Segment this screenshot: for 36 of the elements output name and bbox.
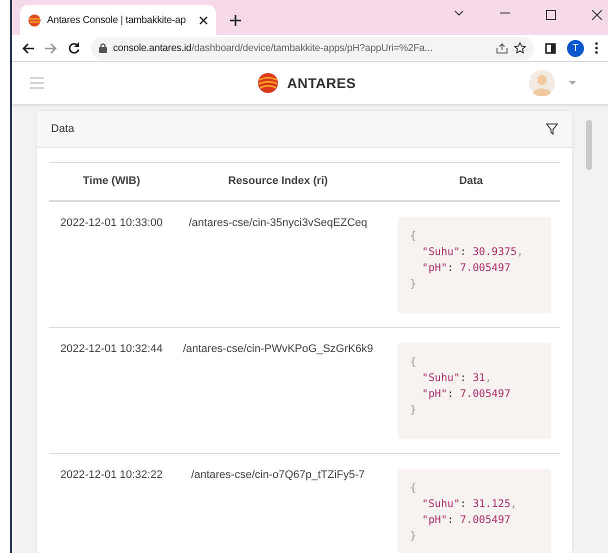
table-cell: 2022-12-01 10:32:44 [60, 342, 163, 354]
globe-logo-icon [28, 14, 41, 26]
profile-avatar[interactable]: T [567, 40, 584, 56]
new-tab-icon[interactable] [230, 15, 241, 26]
more-icon[interactable] [595, 42, 598, 54]
filter-icon[interactable] [546, 123, 558, 135]
table-cell: 2022-12-01 10:33:00 [60, 216, 163, 228]
maximize-icon[interactable] [546, 10, 556, 20]
side-panel-icon[interactable] [545, 42, 556, 54]
tab-search-icon[interactable] [454, 10, 464, 16]
json-block: { "Suhu": 30.9375, "pH": 7.005497 } [398, 216, 551, 312]
tab-title: Antares Console | tambakkite-ap [47, 14, 187, 28]
forward-icon[interactable] [45, 42, 57, 54]
column-header: Resource Index (ri) [227, 174, 329, 189]
column-header: Data [458, 174, 484, 189]
share-icon[interactable] [496, 42, 508, 54]
logo-icon [257, 72, 280, 94]
address-bar[interactable]: console.antares.id/dashboard/device/tambakkite-apps/pH?appUri=%2Fa... [91, 36, 534, 60]
scrollbar[interactable] [586, 120, 592, 170]
card-title: Data [51, 122, 74, 137]
reload-icon[interactable] [68, 42, 80, 54]
star-icon[interactable] [514, 42, 526, 54]
column-header: Time (WIB) [82, 174, 142, 189]
json-block: { "Suhu": 31, "pH": 7.005497 } [398, 342, 551, 438]
close-icon[interactable] [592, 10, 602, 20]
json-block: { "Suhu": 31.125, "pH": 7.005497 } [398, 468, 551, 553]
table-cell: 2022-12-01 10:32:22 [60, 468, 163, 480]
table-cell: /antares-cse/cin-o7Q67p_tTZiFy5-7 [191, 468, 365, 480]
close-icon[interactable] [199, 16, 208, 24]
table-cell: /antares-cse/cin-PWvKPoG_SzGrK6k9 [182, 342, 374, 354]
table-cell: /antares-cse/cin-35nyci3vSeqEZCeq [188, 216, 368, 228]
back-icon[interactable] [22, 42, 34, 54]
browser-tab[interactable]: Antares Console | tambakkite-ap [20, 5, 216, 35]
minimize-icon[interactable] [500, 10, 510, 16]
lock-icon [99, 43, 107, 53]
brand-name: ANTARES [287, 74, 356, 92]
